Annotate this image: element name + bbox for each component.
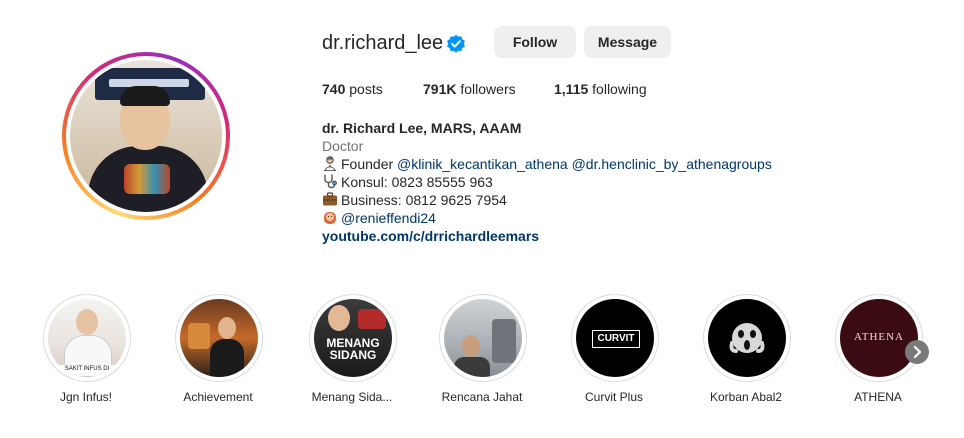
highlight-label: Curvit Plus <box>584 390 643 404</box>
avatar-hair <box>120 86 170 106</box>
cover-caption: SAKIT INFUS DI <box>48 365 126 373</box>
bio-full-name: dr. Richard Lee, MARS, AAAM <box>322 120 522 136</box>
highlight-cover-image: SAKIT INFUS DI <box>48 299 126 377</box>
avatar-photo <box>70 60 222 212</box>
stethoscope-emoji-icon <box>324 174 337 189</box>
bio-business-text: Business: 0812 9625 7954 <box>341 192 507 208</box>
highlight-cover-image: MENANG SIDANG <box>314 299 392 377</box>
bio-mention-link-athena[interactable]: @klinik_kecantikan_athena <box>397 156 568 172</box>
bio-category: Doctor <box>322 138 364 154</box>
cover-face <box>328 305 350 331</box>
cover-title: MENANG SIDANG <box>316 337 390 361</box>
bio-founder-prefix: Founder <box>341 156 398 172</box>
curvit-logo: CURVIT <box>592 330 640 348</box>
profile-username: dr.richard_lee <box>322 32 444 54</box>
highlight-cover <box>439 294 527 382</box>
highlight-cover: MENANG SIDANG <box>309 294 397 382</box>
chevron-right-icon <box>913 345 922 359</box>
highlight-label: Jgn Infus! <box>59 390 113 404</box>
bio-business-line: Business: 0812 9625 7954 <box>322 191 507 209</box>
highlights-next-button[interactable] <box>905 340 929 364</box>
message-button[interactable]: Message <box>584 26 671 58</box>
cover-face <box>218 317 236 339</box>
verified-badge-icon <box>447 34 465 53</box>
highlight-label: Korban Abal2 <box>709 390 783 404</box>
bio-website-link[interactable]: youtube.com/c/drrichardleemars <box>322 227 539 245</box>
highlight-cover-image <box>444 299 522 377</box>
bio-mention-link-renieffendi[interactable]: @renieffendi24 <box>341 210 436 226</box>
bio-konsul-line: Konsul: 0823 85555 963 <box>322 173 493 191</box>
highlight-cover-image: ATHENA <box>840 299 918 377</box>
highlight-cover-image <box>708 299 786 377</box>
highlight-label: Rencana Jahat <box>441 390 523 404</box>
posts-count: 740 <box>322 81 346 97</box>
follow-button[interactable]: Follow <box>494 26 576 58</box>
highlight-cover: SAKIT INFUS DI <box>43 294 131 382</box>
followers-stat[interactable]: 791K followers <box>423 81 516 97</box>
highlight-cover: ATHENA <box>835 294 923 382</box>
bio-partner-line: @renieffendi24 <box>322 209 436 227</box>
cover-suit <box>210 339 244 377</box>
followers-count: 791K <box>423 81 457 97</box>
highlight-label: ATHENA <box>854 390 902 404</box>
highlight-label: Menang Sida... <box>311 390 393 404</box>
highlight-label: Achievement <box>183 390 253 404</box>
highlight-cover-image: CURVIT <box>576 299 654 377</box>
posts-stat: 740 posts <box>322 81 383 97</box>
briefcase-emoji-icon <box>323 192 337 206</box>
profile-avatar[interactable] <box>62 52 230 220</box>
highlight-cover: CURVIT <box>571 294 659 382</box>
bio-founder-line: Founder @klinik_kecantikan_athena @dr.he… <box>322 155 772 173</box>
cover-body <box>454 357 490 377</box>
cover-trophy <box>188 323 210 349</box>
cover-background <box>492 319 516 363</box>
scream-face-icon <box>729 323 765 353</box>
highlight-cover <box>703 294 791 382</box>
cover-red-panel <box>358 309 386 329</box>
avatar-shirt-print <box>124 164 170 194</box>
cover-title-line2: SIDANG <box>329 348 377 362</box>
highlight-cover <box>175 294 263 382</box>
cover-face <box>462 335 480 357</box>
woman-emoji-icon <box>324 212 336 224</box>
following-label: following <box>592 81 647 97</box>
highlight-cover-image <box>180 299 258 377</box>
followers-label: followers <box>460 81 516 97</box>
bio-mention-link-henclinic[interactable]: @dr.henclinic_by_athenagroups <box>572 156 772 172</box>
following-stat[interactable]: 1,115 following <box>554 81 647 97</box>
following-count: 1,115 <box>554 81 589 97</box>
person-emoji-icon <box>323 156 337 171</box>
bio-konsul-text: Konsul: 0823 85555 963 <box>341 174 493 190</box>
cover-face <box>76 309 98 335</box>
posts-label: posts <box>349 81 383 97</box>
